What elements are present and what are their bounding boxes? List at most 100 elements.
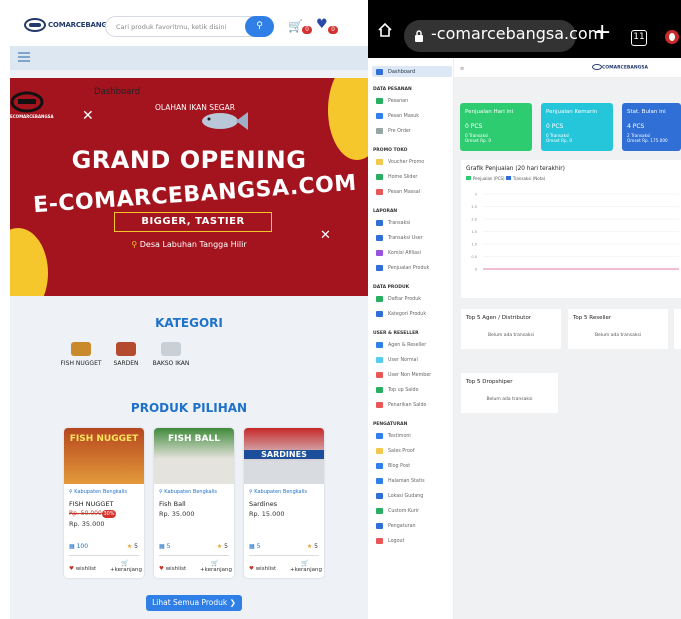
promo-banner[interactable]: ECOMARCEBANGSA ✕ ✕ OLAHAN IKAN SEGAR GRA… <box>10 78 368 296</box>
home-icon[interactable] <box>377 22 393 38</box>
discount-badge: 30% <box>102 510 116 518</box>
wishlist-button[interactable]: ♥ wishlist <box>69 566 96 572</box>
sidebar-label: Blog Post <box>388 463 411 469</box>
kategori-label: SARDEN <box>113 360 139 367</box>
sidebar-item[interactable]: Blog Post <box>376 463 410 469</box>
sidebar-item[interactable]: Daftar Produk <box>376 296 421 302</box>
product-rating: ★ 5 <box>307 543 318 550</box>
sidebar-item[interactable]: Sales Proof <box>376 448 415 454</box>
stock-value: 100 <box>76 543 89 550</box>
banner-blob <box>10 228 48 296</box>
product-stock: ▦ 5 <box>249 543 261 550</box>
hamburger-icon[interactable] <box>18 52 30 62</box>
sidebar-item[interactable]: Penjualan Produk <box>376 265 429 271</box>
star-icon: ★ <box>126 543 133 550</box>
wishlist-button[interactable]: ♥ wishlist <box>249 566 276 572</box>
keranjang-label: +keranjang <box>200 567 232 573</box>
kategori-item[interactable]: BAKSO IKAN <box>146 340 196 368</box>
sidebar-item[interactable]: Pesan Masuk <box>376 113 419 119</box>
sidebar-label: Transaksi <box>388 220 411 226</box>
lihat-label: Lihat Semua Produk <box>152 598 228 607</box>
sidebar-item[interactable]: Logout <box>376 538 404 544</box>
sidebar-item[interactable]: Halaman Statis <box>376 478 425 484</box>
network-icon <box>376 250 383 256</box>
sidebar-item[interactable]: Top up Saldo <box>376 387 419 393</box>
megaphone-icon <box>376 448 383 454</box>
stat-title: Penjualan Hari ini <box>465 109 514 115</box>
globe-icon <box>376 478 383 484</box>
graph-title: Grafik Penjualan (20 hari terakhir) <box>466 166 565 172</box>
product-card[interactable]: FISH NUGGET ⚲ Kabupaten Bengkalis FISH N… <box>64 428 144 578</box>
sidebar-item[interactable]: Pesan Massal <box>376 189 420 195</box>
sidebar-item[interactable]: Transaksi <box>376 220 410 226</box>
cart-badge: 0 <box>302 26 312 34</box>
y-tick-label: 1.0 <box>471 243 477 247</box>
sidebar-item[interactable]: Voucher Promo <box>376 159 424 165</box>
sidebar-item[interactable]: Agen & Reseller <box>376 342 426 348</box>
rating-value: 5 <box>134 543 138 550</box>
browser-menu-icon[interactable] <box>665 30 679 44</box>
admin-logo: COMARCEBANGSA <box>592 64 648 71</box>
banner-desa: Desa Labuhan Tangga Hilir <box>139 240 247 249</box>
product-card[interactable]: SARDINES ⚲ Kabupaten Bengkalis Sardines … <box>244 428 324 578</box>
rating-value: 5 <box>224 543 228 550</box>
stat-title: Penjualan Kemarin <box>546 109 598 115</box>
add-to-cart-button[interactable]: 🛒 +keranjang <box>110 560 142 574</box>
tab-count[interactable]: 11 <box>631 30 647 46</box>
product-card[interactable]: FISH BALL ⚲ Kabupaten Bengkalis Fish Bal… <box>154 428 234 578</box>
top5-title: Top 5 Dropshiper <box>466 379 513 385</box>
nugget-icon <box>71 342 91 356</box>
sidebar-item[interactable]: Kategori Produk <box>376 311 426 317</box>
graph-grid: 3 2.5 2.0 1.5 1.0 0.5 0 <box>471 193 679 272</box>
produk-title: PRODUK PILIHAN <box>130 401 248 415</box>
kategori-item[interactable]: FISH NUGGET <box>56 340 106 368</box>
sidebar-item[interactable]: Transaksi User <box>376 235 423 241</box>
url-text: -comarcebangsa.com <box>431 24 604 43</box>
stat-card: Stat. Bulan ini 4 PCS 2 Transaksi Omset R… <box>622 103 681 151</box>
add-to-cart-button[interactable]: 🛒 +keranjang <box>200 560 232 574</box>
sidebar-item[interactable]: Pengaturan <box>376 523 416 529</box>
sidebar-item[interactable]: Home Slider <box>376 174 417 180</box>
wishlist-icon[interactable]: ♥ <box>316 17 328 32</box>
sidebar-item[interactable]: Pesanan <box>376 98 408 104</box>
admin-sidebar <box>368 58 454 619</box>
stock-value: 5 <box>256 543 261 550</box>
sales-graph: Grafik Penjualan (20 hari terakhir) Penj… <box>461 160 681 298</box>
lihat-semua-button[interactable]: Lihat Semua Produk ❯ <box>146 595 242 611</box>
logo-icon <box>24 18 46 32</box>
keranjang-label: +keranjang <box>110 567 142 573</box>
nav-bar <box>10 46 368 70</box>
top5-title: Top 5 Agen / Distributor <box>466 315 532 321</box>
sidebar-item[interactable]: Penarikan Saldo <box>376 402 426 408</box>
banner-logo-text: ECOMARCEBANGSA <box>10 114 54 119</box>
sidebar-item-dashboard[interactable]: Dashboard <box>376 69 415 75</box>
kategori-item[interactable]: SARDEN <box>101 340 151 368</box>
power-icon <box>376 538 383 544</box>
fish-icon <box>202 112 248 130</box>
sidebar-item[interactable]: Testimoni <box>376 433 411 439</box>
store-logo[interactable]: COMARCEBANGSA <box>24 18 117 32</box>
banner-location: ⚲ Desa Labuhan Tangga Hilir <box>10 240 368 249</box>
stock-value: 5 <box>166 543 171 550</box>
chart-icon <box>376 220 383 226</box>
sidebar-label: Dashboard <box>388 69 416 75</box>
hamburger-icon[interactable]: ≡ <box>460 66 464 72</box>
users-icon <box>376 235 383 241</box>
wishlist-label: wishlist <box>75 566 97 572</box>
sidebar-label: Penarikan Saldo <box>388 402 427 408</box>
sidebar-item[interactable]: Pre Order <box>376 128 411 134</box>
sidebar-item[interactable]: Komisi Afiliasi <box>376 250 421 256</box>
search-button[interactable]: ⚲ <box>245 16 274 37</box>
add-to-cart-button[interactable]: 🛒 +keranjang <box>290 560 322 574</box>
sidebar-item[interactable]: Custom Kurir <box>376 508 419 514</box>
cart-icon[interactable]: 🛒 <box>288 19 303 33</box>
product-icon <box>376 296 383 302</box>
wishlist-button[interactable]: ♥ wishlist <box>159 566 186 572</box>
sidebar-item[interactable]: User Normal <box>376 357 418 363</box>
sidebar-item[interactable]: User Non Member <box>376 372 431 378</box>
new-tab-icon[interactable]: + <box>593 20 611 45</box>
stat-card: Penjualan Kemarin 0 PCS 0 Transaksi Omset… <box>541 103 613 151</box>
sidebar-item[interactable]: Lokasi Gudang <box>376 493 423 499</box>
banner-grand-opening: GRAND OPENING <box>71 146 307 174</box>
gear-icon <box>376 523 383 529</box>
